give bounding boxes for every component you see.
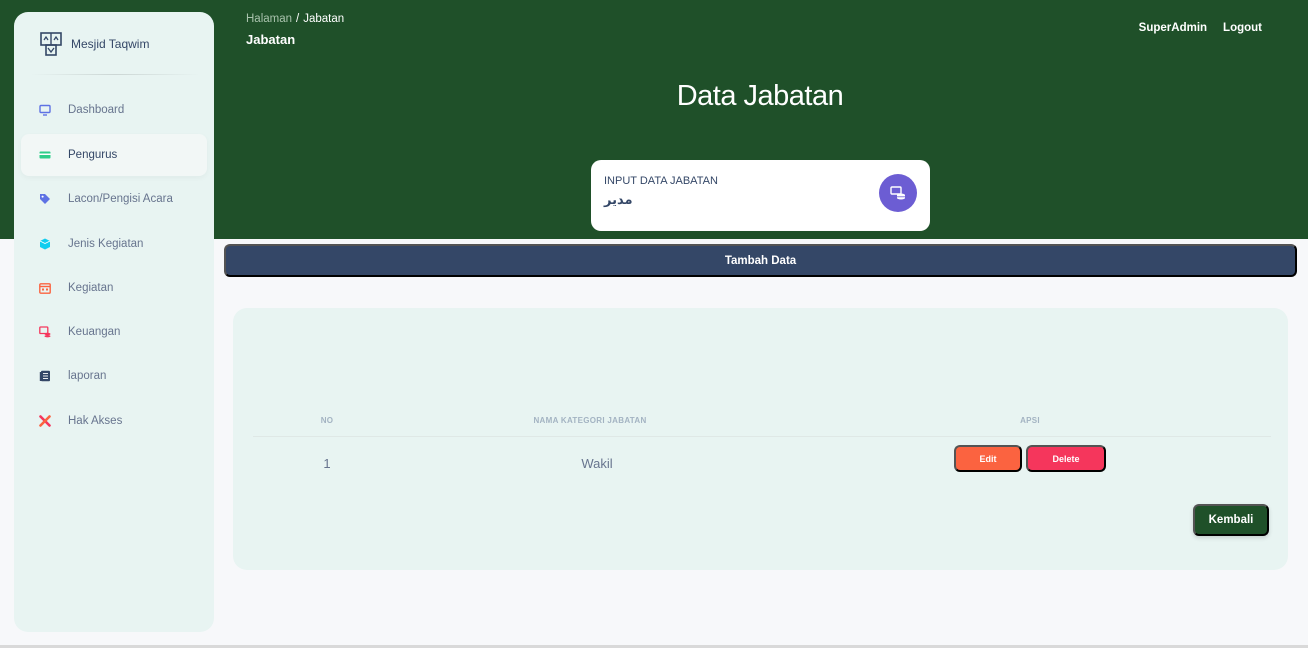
document-icon xyxy=(39,370,51,382)
breadcrumb: Halaman / Jabatan xyxy=(246,13,344,25)
sidebar-item-label: Lacon/Pengisi Acara xyxy=(68,193,173,205)
sidebar-item-label: Kegiatan xyxy=(68,282,114,294)
cell-name: Wakil xyxy=(581,456,613,471)
sidebar-item-pengurus[interactable]: Pengurus xyxy=(21,134,207,176)
database-icon xyxy=(879,174,917,212)
calendar-icon xyxy=(39,282,51,294)
sidebar-item-dashboard[interactable]: Dashboard xyxy=(21,89,207,131)
logout-link[interactable]: Logout xyxy=(1223,22,1262,34)
sidebar-item-kegiatan[interactable]: Kegiatan xyxy=(21,267,207,309)
breadcrumb-current: Jabatan xyxy=(303,13,345,25)
card-icon xyxy=(39,149,51,161)
edit-button[interactable]: Edit xyxy=(954,445,1022,472)
mosque-logo-icon xyxy=(40,32,62,56)
breadcrumb-root[interactable]: Halaman xyxy=(246,13,292,25)
tag-icon xyxy=(39,193,51,205)
sidebar-item-label: Hak Akses xyxy=(68,415,123,427)
sidebar-item-label: laporan xyxy=(68,370,107,382)
money-icon xyxy=(39,326,51,338)
user-link[interactable]: SuperAdmin xyxy=(1139,22,1207,34)
tools-icon xyxy=(39,415,51,427)
add-data-button[interactable]: Tambah Data xyxy=(224,244,1297,277)
sidebar-item-label: Dashboard xyxy=(68,104,125,116)
sidebar-item-jenis-kegiatan[interactable]: Jenis Kegiatan xyxy=(21,223,207,265)
table-card: NO NAMA KATEGORI JABATAN APSI 1 Wakil Ed… xyxy=(233,308,1288,570)
sidebar-item-label: Jenis Kegiatan xyxy=(68,238,144,250)
box-icon xyxy=(39,238,51,250)
sidebar-item-laporan[interactable]: laporan xyxy=(21,355,207,397)
input-card-value: مدير xyxy=(604,192,633,207)
back-button[interactable]: Kembali xyxy=(1193,504,1269,536)
sidebar: Mesjid Taqwim Dashboard Pengurus Lacon/P… xyxy=(14,12,214,632)
sidebar-item-lacon-pengisi-acara[interactable]: Lacon/Pengisi Acara xyxy=(21,178,207,220)
table-header-no: NO xyxy=(320,416,334,425)
breadcrumb-separator: / xyxy=(296,13,300,25)
delete-button[interactable]: Delete xyxy=(1026,445,1106,472)
input-card: INPUT DATA JABATAN مدير xyxy=(591,160,930,231)
sidebar-item-hak-akses[interactable]: Hak Akses xyxy=(21,400,207,442)
monitor-icon xyxy=(39,104,51,116)
top-nav: SuperAdmin Logout xyxy=(1139,22,1262,34)
input-card-label: INPUT DATA JABATAN xyxy=(604,175,718,187)
cell-no: 1 xyxy=(323,456,331,471)
sidebar-item-keuangan[interactable]: Keuangan xyxy=(21,311,207,353)
sidebar-item-label: Keuangan xyxy=(68,326,121,338)
sidebar-item-label: Pengurus xyxy=(68,149,118,161)
sidebar-divider xyxy=(30,74,200,75)
table-header-name: NAMA KATEGORI JABATAN xyxy=(533,416,647,425)
page-title: Jabatan xyxy=(246,32,296,47)
hero-title: Data Jabatan xyxy=(676,80,844,112)
brand-name: Mesjid Taqwim xyxy=(71,37,150,51)
table-header-actions: APSI xyxy=(1020,416,1040,425)
brand[interactable]: Mesjid Taqwim xyxy=(40,31,149,57)
table-header-divider xyxy=(253,436,1271,437)
